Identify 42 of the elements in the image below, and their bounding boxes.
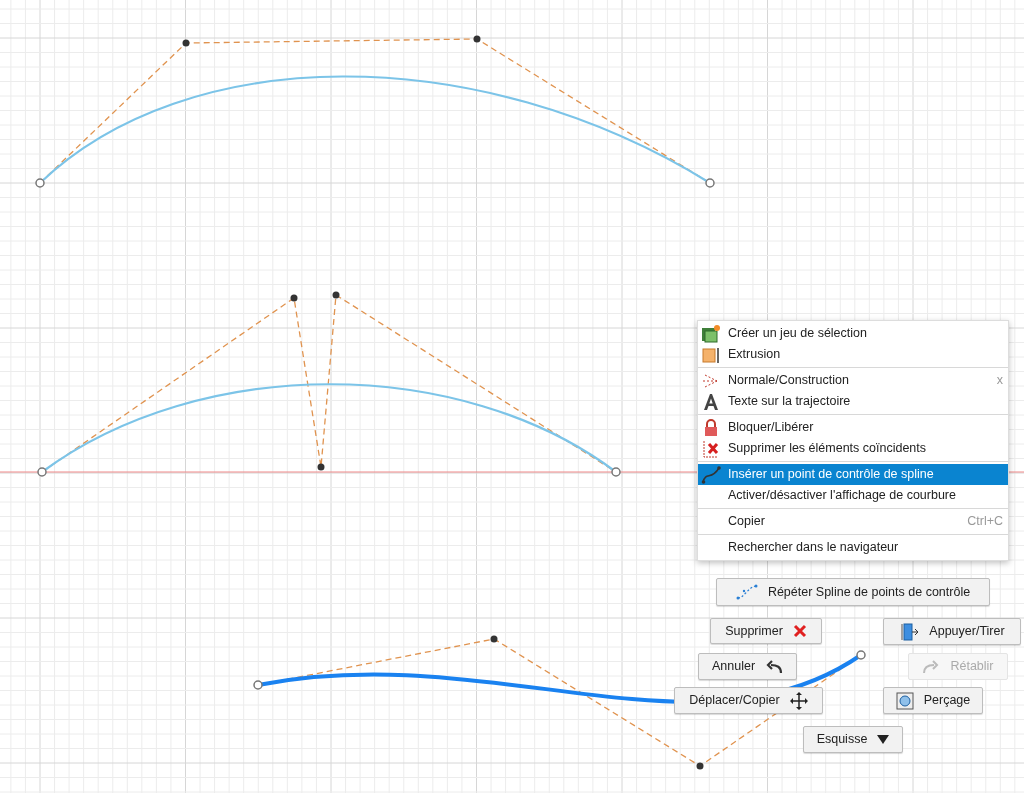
control-point[interactable] xyxy=(332,291,340,299)
spline-icon xyxy=(735,583,758,601)
menu-item[interactable]: Normale/Construction x xyxy=(698,370,1008,391)
marking-menu-button[interactable]: Supprimer xyxy=(710,618,822,644)
end-point[interactable] xyxy=(705,178,715,188)
move-icon xyxy=(789,691,808,710)
control-point[interactable] xyxy=(696,762,704,770)
menu-item[interactable]: Bloquer/Libérer xyxy=(698,417,1008,438)
marking-menu-button[interactable]: Répéter Spline de points de contrôle xyxy=(716,578,990,606)
marking-menu-button[interactable]: Annuler xyxy=(698,653,797,680)
marking-menu-button[interactable]: Déplacer/Copier xyxy=(674,687,823,714)
control-point[interactable] xyxy=(473,35,481,43)
menu-item[interactable]: Rechercher dans le navigateur xyxy=(698,537,1008,558)
undo-icon xyxy=(765,658,784,675)
marking-menu-button[interactable]: Perçage xyxy=(883,687,983,714)
end-point[interactable] xyxy=(253,680,263,690)
press-pull-icon xyxy=(899,621,920,642)
redo-icon xyxy=(922,658,941,675)
delete-icon xyxy=(701,438,721,459)
spline-icon xyxy=(701,464,721,485)
control-point[interactable] xyxy=(490,635,498,643)
close-icon xyxy=(792,624,807,638)
selection-set-icon xyxy=(701,323,721,344)
end-point[interactable] xyxy=(611,467,621,477)
caret-icon xyxy=(877,735,890,744)
letter-icon xyxy=(701,391,721,412)
hole-icon xyxy=(895,691,914,710)
menu-item[interactable]: Extrusion xyxy=(698,344,1008,365)
marking-menu-button[interactable]: Appuyer/Tirer xyxy=(883,618,1021,645)
menu-item[interactable]: Créer un jeu de sélection xyxy=(698,323,1008,344)
menu-item[interactable]: Copier Ctrl+C xyxy=(698,511,1008,532)
marking-menu-button[interactable]: Esquisse xyxy=(803,726,903,753)
menu-item[interactable]: Activer/désactiver l'affichage de courbure xyxy=(698,485,1008,506)
menu-item[interactable]: Texte sur la trajectoire xyxy=(698,391,1008,412)
end-point[interactable] xyxy=(37,467,47,477)
control-point[interactable] xyxy=(290,294,298,302)
control-point[interactable] xyxy=(182,39,190,47)
control-point[interactable] xyxy=(317,463,325,471)
end-point[interactable] xyxy=(35,178,45,188)
menu-item[interactable]: Supprimer les éléments coïncidents xyxy=(698,438,1008,459)
menu-item[interactable]: Insérer un point de contrôle de spline xyxy=(698,464,1008,485)
end-point[interactable] xyxy=(856,650,866,660)
